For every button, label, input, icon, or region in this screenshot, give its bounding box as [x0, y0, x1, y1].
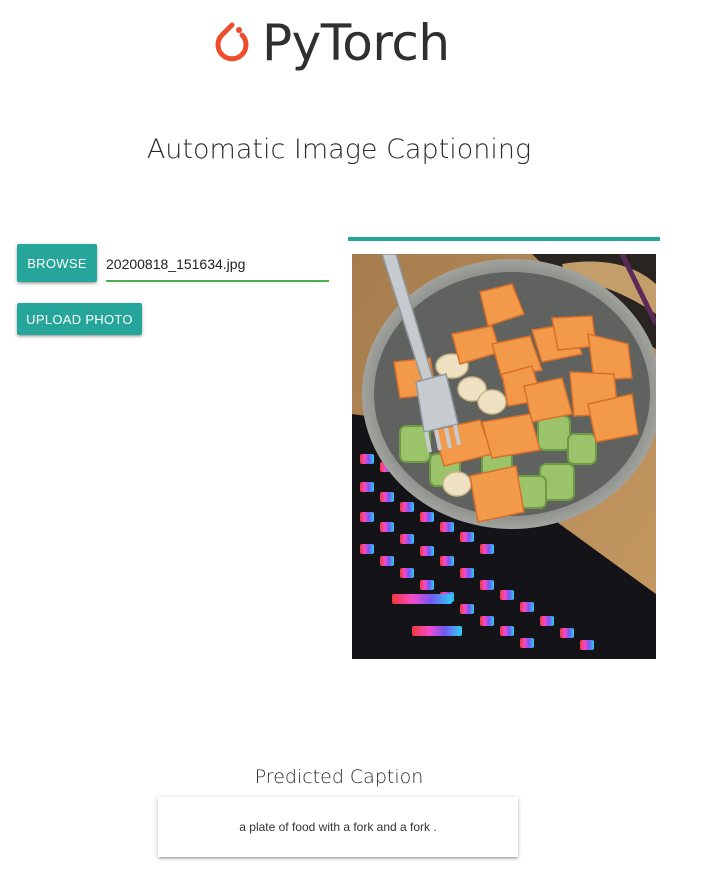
upload-progress-bar: [348, 237, 660, 241]
browse-button[interactable]: BROWSE: [17, 244, 97, 282]
predicted-caption-text: a plate of food with a fork and a fork .: [239, 820, 437, 834]
upload-photo-button[interactable]: UPLOAD PHOTO: [17, 303, 142, 335]
predicted-caption-card: a plate of food with a fork and a fork .: [158, 797, 518, 857]
uploaded-photo: [352, 254, 656, 659]
logo-text: PyTorch: [262, 14, 450, 72]
pytorch-logo: PyTorch: [210, 10, 450, 76]
pytorch-flame-icon: [215, 22, 249, 62]
file-path-input[interactable]: [106, 248, 329, 282]
predicted-caption-heading: Predicted Caption: [254, 766, 424, 788]
page-title: Automatic Image Captioning: [146, 134, 532, 165]
upload-progress-fill: [348, 237, 660, 241]
